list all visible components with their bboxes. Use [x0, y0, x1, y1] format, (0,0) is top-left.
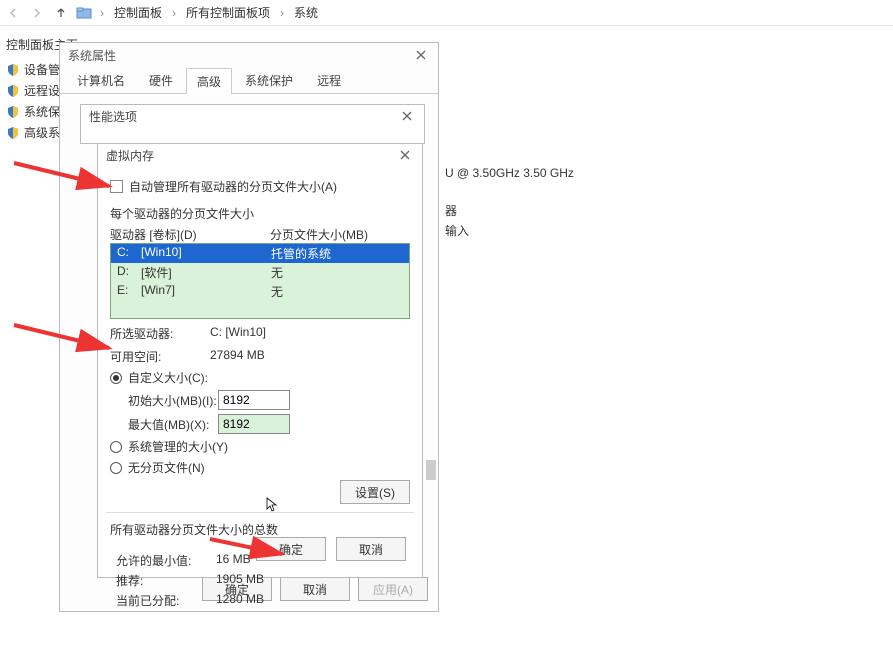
- custom-size-radio[interactable]: [110, 372, 122, 384]
- drive-row[interactable]: C: [Win10] 托管的系统: [111, 244, 409, 263]
- current-allocated-value: 1280 MB: [216, 592, 264, 609]
- min-allowed-key: 允许的最小值:: [116, 552, 216, 569]
- folder-icon: [76, 5, 92, 21]
- tab-advanced[interactable]: 高级: [186, 68, 232, 94]
- recommended-value: 1905 MB: [216, 572, 264, 589]
- tab-system-protection[interactable]: 系统保护: [234, 67, 304, 93]
- scrollbar-fragment: [426, 460, 436, 480]
- virtual-memory-dialog: 虚拟内存 自动管理所有驱动器的分页文件大小(A) 每个驱动器的分页文件大小 驱动…: [97, 143, 423, 578]
- col-size-label: 分页文件大小(MB): [270, 226, 368, 243]
- back-button[interactable]: [4, 4, 22, 22]
- breadcrumb-item[interactable]: 所有控制面板项: [184, 4, 272, 21]
- system-managed-radio[interactable]: [110, 441, 122, 453]
- max-size-input[interactable]: [218, 414, 290, 434]
- close-button[interactable]: [398, 107, 416, 125]
- shield-icon: [6, 84, 20, 98]
- forward-button[interactable]: [28, 4, 46, 22]
- selected-drive-key: 所选驱动器:: [110, 325, 210, 342]
- drive-label: [Win10]: [141, 245, 271, 262]
- shield-icon: [6, 126, 20, 140]
- recommended-key: 推荐:: [116, 572, 216, 589]
- system-managed-label: 系统管理的大小(Y): [128, 438, 228, 455]
- annotation-arrow: [14, 320, 124, 363]
- breadcrumb-sep: ›: [170, 6, 178, 20]
- tab-bar: 计算机名 硬件 高级 系统保护 远程: [60, 67, 438, 94]
- bg-cpu-text: U @ 3.50GHz 3.50 GHz: [445, 166, 574, 180]
- tab-computer-name[interactable]: 计算机名: [66, 67, 136, 93]
- breadcrumb-sep: ›: [98, 6, 106, 20]
- custom-size-label: 自定义大小(C):: [128, 369, 208, 386]
- close-button[interactable]: [396, 146, 414, 164]
- cancel-button[interactable]: 取消: [336, 537, 406, 561]
- bg-text-2: 器: [445, 202, 457, 219]
- no-paging-label: 无分页文件(N): [128, 459, 205, 476]
- breadcrumb-sep: ›: [278, 6, 286, 20]
- annotation-arrow: [210, 534, 300, 567]
- shield-icon: [6, 63, 20, 77]
- cursor-icon: [266, 497, 278, 516]
- drive-row[interactable]: E: [Win7] 无: [111, 282, 409, 301]
- drive-letter: D:: [117, 264, 141, 281]
- free-space-key: 可用空间:: [110, 348, 210, 365]
- max-size-label: 最大值(MB)(X):: [128, 416, 218, 433]
- drive-letter: E:: [117, 283, 141, 300]
- per-drive-group-label: 每个驱动器的分页文件大小: [110, 205, 410, 222]
- current-allocated-key: 当前已分配:: [116, 592, 216, 609]
- tab-remote[interactable]: 远程: [306, 67, 352, 93]
- set-button[interactable]: 设置(S): [340, 480, 410, 504]
- close-button[interactable]: [412, 46, 430, 64]
- tab-hardware[interactable]: 硬件: [138, 67, 184, 93]
- drive-size: 托管的系统: [271, 245, 403, 262]
- drive-letter: C:: [117, 245, 141, 262]
- breadcrumb: › 控制面板 › 所有控制面板项 › 系统: [0, 0, 893, 26]
- breadcrumb-item[interactable]: 系统: [292, 4, 320, 21]
- drive-label: [软件]: [141, 264, 271, 281]
- drive-size: 无: [271, 283, 403, 300]
- shield-icon: [6, 105, 20, 119]
- breadcrumb-item[interactable]: 控制面板: [112, 4, 164, 21]
- bg-text-3: 输入: [445, 222, 469, 239]
- selected-drive-value: C: [Win10]: [210, 325, 266, 342]
- drive-label: [Win7]: [141, 283, 271, 300]
- free-space-value: 27894 MB: [210, 348, 265, 365]
- initial-size-label: 初始大小(MB)(I):: [128, 392, 218, 409]
- drive-list[interactable]: C: [Win10] 托管的系统 D: [软件] 无 E: [Win7] 无: [110, 243, 410, 319]
- drive-size: 无: [271, 264, 403, 281]
- annotation-arrow: [14, 158, 124, 201]
- dialog-title: 性能选项: [89, 108, 137, 125]
- drive-row[interactable]: D: [软件] 无: [111, 263, 409, 282]
- performance-options-dialog: 性能选项: [80, 104, 425, 144]
- initial-size-input[interactable]: [218, 390, 290, 410]
- col-drive-label: 驱动器 [卷标](D): [110, 226, 270, 243]
- auto-manage-label: 自动管理所有驱动器的分页文件大小(A): [129, 178, 337, 195]
- up-button[interactable]: [52, 4, 70, 22]
- dialog-title: 系统属性: [68, 47, 116, 64]
- no-paging-radio[interactable]: [110, 462, 122, 474]
